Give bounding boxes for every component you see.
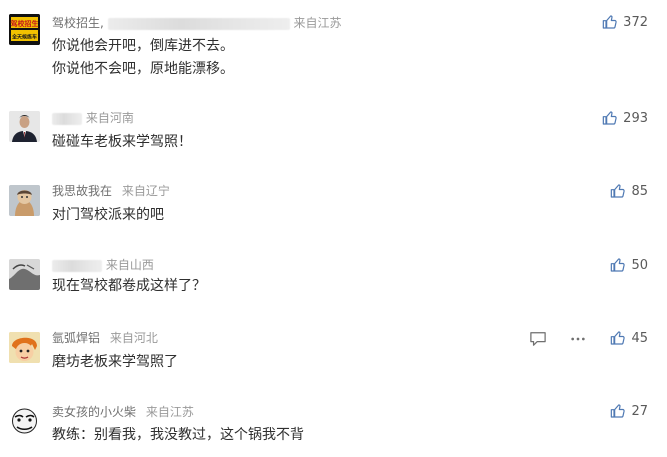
region-label: 来自江苏 [293, 16, 342, 30]
like-count: 293 [623, 110, 648, 126]
region-label: 来自江苏 [145, 405, 194, 419]
comment-item: 氩弧焊铝 来自河北 磨坊老板来学驾照了 45 [0, 316, 667, 388]
region-label: 来自辽宁 [121, 184, 170, 198]
like-count: 27 [631, 403, 648, 419]
avatar[interactable] [9, 405, 40, 436]
thumbs-up-icon [611, 404, 626, 418]
comment-text: 磨坊老板来学驾照了 [52, 351, 178, 374]
comment-item: 来自山西 现在驾校都卷成这样了？ 50 [0, 242, 667, 316]
username[interactable]: 氩弧焊铝 [52, 331, 100, 345]
avatar-portrait-image [9, 111, 40, 142]
username[interactable]: 我思故我在 [52, 184, 112, 198]
comment-text-line: 碰碰车老板来学驾照！ [52, 134, 192, 150]
comment-icon[interactable] [529, 331, 547, 347]
comment-text-line: 现在驾校都卷成这样了？ [52, 278, 206, 294]
avatar-cartoon-image [9, 185, 40, 216]
comment-text: 现在驾校都卷成这样了？ [52, 275, 206, 298]
comment-meta: 我思故我在 来自辽宁 [52, 183, 170, 199]
avatar[interactable] [9, 332, 40, 363]
comment-text-line: 磨坊老板来学驾照了 [52, 354, 178, 370]
thumbs-up-icon [611, 331, 626, 345]
avatar-anime-image [9, 332, 40, 363]
comment-item: 来自河南 碰碰车老板来学驾照！ 293 [0, 96, 667, 168]
like-count: 50 [631, 257, 648, 273]
like-count: 372 [623, 14, 648, 30]
avatar-badge-image: 驾校招生 全天候练车 [9, 14, 40, 45]
like-count: 85 [631, 183, 648, 199]
region-label: 来自河南 [85, 111, 134, 125]
comment-text: 对门驾校派来的吧 [52, 204, 164, 227]
avatar-badge-bottom: 全天候练车 [11, 34, 37, 41]
comment-meta: 来自山西 [52, 257, 154, 273]
like-button[interactable]: 372 [602, 13, 648, 31]
avatar[interactable] [9, 259, 40, 290]
username-separator: , [100, 16, 104, 30]
thumbs-up-icon [602, 15, 617, 29]
avatar[interactable]: 驾校招生 全天候练车 [9, 14, 40, 45]
comment-text: 教练：别看我，我没教过，这个锅我不背 [52, 424, 304, 447]
avatar-meme-image [9, 405, 40, 436]
comment-text-line: 对门驾校派来的吧 [52, 207, 164, 223]
avatar-grayscale-image [9, 259, 40, 290]
redacted-username [107, 17, 290, 30]
username[interactable]: 驾校招生 [52, 16, 100, 30]
comment-text-line: 你说他会开吧，倒库进不去。 [52, 38, 234, 54]
like-button[interactable]: 85 [610, 182, 648, 200]
thumbs-up-icon [602, 111, 617, 125]
comment-text-line: 教练：别看我，我没教过，这个锅我不背 [52, 427, 304, 443]
comment-meta: 驾校招生, 来自江苏 [52, 15, 342, 31]
like-button[interactable]: 27 [610, 402, 648, 420]
comment-text-line: 你说他不会吧，原地能漂移。 [52, 61, 234, 77]
comment-meta: 卖女孩的小火柴 来自江苏 [52, 404, 194, 420]
region-label: 来自山西 [105, 258, 154, 272]
like-button[interactable]: 50 [610, 256, 648, 274]
comment-text: 碰碰车老板来学驾照！ [52, 131, 192, 154]
like-count: 45 [631, 330, 648, 346]
avatar-badge-top: 驾校招生 [10, 19, 39, 28]
comment-item: 卖女孩的小火柴 来自江苏 教练：别看我，我没教过，这个锅我不背 27 [0, 388, 667, 457]
avatar[interactable] [9, 111, 40, 142]
comment-item: 我思故我在 来自辽宁 对门驾校派来的吧 85 [0, 168, 667, 242]
comment-meta: 来自河南 [52, 110, 134, 126]
avatar[interactable] [9, 185, 40, 216]
redacted-username [52, 259, 102, 272]
like-button[interactable]: 293 [602, 109, 648, 127]
thumbs-up-icon [611, 258, 626, 272]
comment-meta: 氩弧焊铝 来自河北 [52, 330, 158, 346]
comment-item: 驾校招生 全天候练车 驾校招生, 来自江苏 你说他会开吧，倒库进不去。 你说他不… [0, 0, 667, 96]
comment-text: 你说他会开吧，倒库进不去。 你说他不会吧，原地能漂移。 [52, 35, 234, 81]
username[interactable]: 卖女孩的小火柴 [52, 405, 136, 419]
more-dots-icon[interactable] [569, 331, 587, 347]
thumbs-up-icon [611, 184, 626, 198]
redacted-username [52, 112, 82, 125]
region-label: 来自河北 [109, 331, 158, 345]
like-button[interactable]: 45 [610, 329, 648, 347]
